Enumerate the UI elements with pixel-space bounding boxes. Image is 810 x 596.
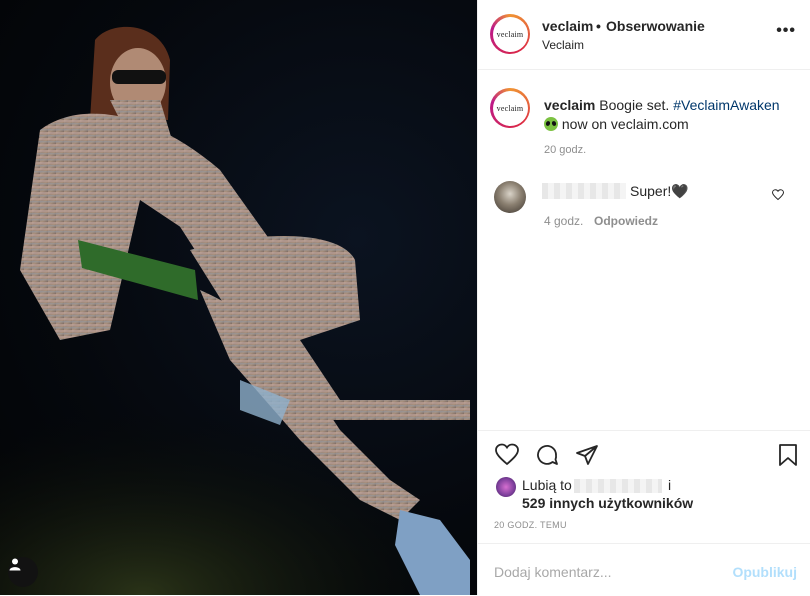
account-avatar[interactable]: veclaim	[490, 14, 530, 54]
post-photo[interactable]	[0, 0, 477, 595]
avatar-logo-text: veclaim	[492, 16, 528, 52]
like-heart-icon[interactable]	[494, 443, 520, 467]
commenter-avatar[interactable]	[494, 181, 526, 213]
likes-prefix: Lubią to	[522, 477, 572, 493]
post-side-panel: veclaim veclaim • Obserwowanie Veclaim •…	[477, 0, 810, 595]
liker-avatar[interactable]	[496, 477, 516, 497]
hashtag-link[interactable]: #VeclaimAwaken	[673, 97, 779, 113]
save-bookmark-icon[interactable]	[777, 443, 799, 467]
user-icon	[9, 558, 21, 571]
separator-dot: •	[596, 18, 601, 34]
blurred-liker-username[interactable]	[574, 479, 662, 493]
caption-username[interactable]: veclaim	[544, 97, 595, 113]
publish-button[interactable]: Opublikuj	[732, 564, 797, 580]
post-header: veclaim veclaim • Obserwowanie Veclaim •…	[478, 0, 810, 70]
comment-bubble-icon[interactable]	[534, 443, 560, 467]
caption-avatar[interactable]: veclaim	[490, 88, 530, 128]
comment-text: Super!🖤	[630, 183, 689, 199]
instagram-post: veclaim veclaim • Obserwowanie Veclaim •…	[0, 0, 810, 595]
tagged-user-button[interactable]	[8, 557, 38, 587]
post-timestamp[interactable]: 20 GODZ. TEMU	[494, 520, 567, 530]
alien-icon	[544, 117, 558, 131]
likes-and: i	[668, 477, 672, 493]
comment-timestamp[interactable]: 4 godz.	[544, 214, 583, 228]
comment-input[interactable]: Dodaj komentarz...	[494, 564, 612, 580]
blurred-username[interactable]	[542, 183, 626, 199]
caption-text: veclaim Boogie set. #VeclaimAwaken now o…	[544, 96, 794, 134]
following-button[interactable]: Obserwowanie	[606, 18, 705, 34]
likes-count-link[interactable]: 529 innych użytkowników	[522, 495, 693, 511]
share-send-icon[interactable]	[574, 443, 600, 467]
caption-body: Boogie set.	[599, 97, 670, 113]
location-link[interactable]: Veclaim	[542, 38, 584, 52]
photo-illustration	[0, 26, 477, 595]
action-bar	[478, 430, 810, 471]
account-username[interactable]: veclaim	[542, 18, 593, 34]
add-comment-bar: Dodaj komentarz... Opublikuj	[478, 543, 810, 596]
reply-button[interactable]: Odpowiedz	[594, 214, 658, 228]
avatar-logo-text: veclaim	[492, 90, 528, 126]
more-options-icon[interactable]: •••	[776, 22, 796, 40]
comment-like-heart-icon[interactable]	[772, 189, 784, 201]
caption-timestamp[interactable]: 20 godz.	[544, 144, 586, 156]
caption-body-2: now on veclaim.com	[561, 116, 689, 132]
